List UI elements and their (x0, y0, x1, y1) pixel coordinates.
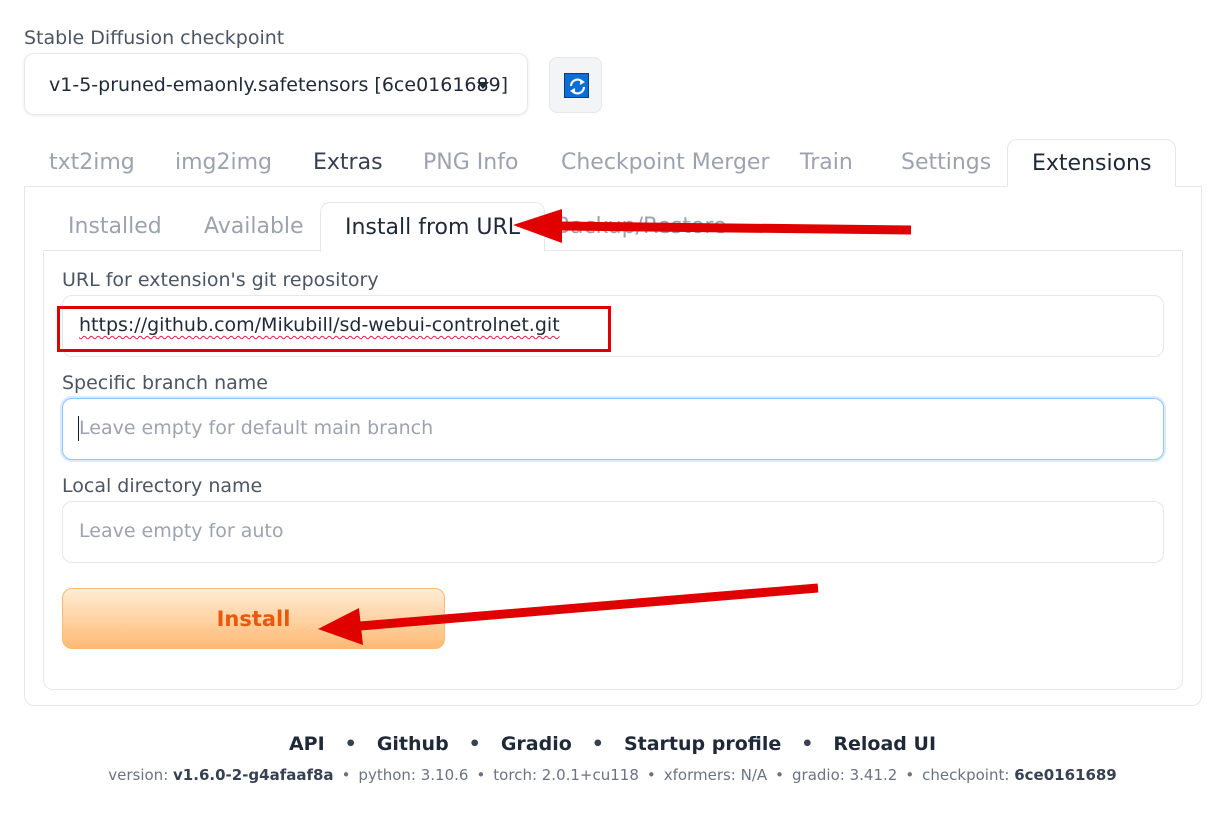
footer-separator: • (344, 733, 357, 755)
tab-extensions[interactable]: Extensions (1007, 139, 1177, 187)
torch-version: torch: 2.0.1+cu118 (493, 766, 639, 784)
footer-separator: • (775, 766, 785, 784)
tab-train[interactable]: Train (800, 139, 853, 187)
footer-separator: • (801, 733, 814, 755)
version-label: version: (108, 766, 169, 784)
subtab-installed[interactable]: Installed (68, 202, 162, 252)
tab-extras[interactable]: Extras (313, 139, 383, 187)
tab-checkpoint-merger[interactable]: Checkpoint Merger (561, 139, 770, 187)
directory-input-placeholder: Leave empty for auto (79, 520, 284, 542)
python-version: python: 3.10.6 (358, 766, 469, 784)
chevron-down-icon (477, 82, 489, 89)
footer-separator: • (905, 766, 915, 784)
tab-img2img[interactable]: img2img (175, 139, 272, 187)
url-highlight-box (57, 306, 611, 352)
install-button-label: Install (216, 607, 291, 631)
checkpoint-label: Stable Diffusion checkpoint (24, 27, 285, 49)
refresh-icon (564, 73, 589, 98)
checkpoint-hash: 6ce0161689 (1014, 766, 1117, 784)
footer-version-info: version: v1.6.0-2-g4afaaf8a • python: 3.10… (0, 766, 1225, 784)
branch-input-placeholder: Leave empty for default main branch (79, 417, 434, 439)
footer-separator: • (591, 733, 604, 755)
footer-link-startup-profile[interactable]: Startup profile (624, 733, 781, 755)
tab-png-info[interactable]: PNG Info (423, 139, 518, 187)
subtab-available[interactable]: Available (204, 202, 304, 252)
xformers-version: xformers: N/A (663, 766, 768, 784)
checkpoint-value: v1-5-pruned-emaonly.safetensors [6ce0161… (49, 74, 509, 96)
subtab-install-from-url[interactable]: Install from URL (320, 202, 546, 252)
directory-input[interactable]: Leave empty for auto (62, 501, 1164, 563)
subtab-backup-restore[interactable]: Backup/Restore (555, 202, 727, 252)
branch-field-label: Specific branch name (62, 372, 268, 394)
version-value[interactable]: v1.6.0-2-g4afaaf8a (173, 766, 334, 784)
directory-field-label: Local directory name (62, 475, 263, 497)
tab-txt2img[interactable]: txt2img (49, 139, 135, 187)
url-field-label: URL for extension's git repository (62, 269, 379, 291)
tab-settings[interactable]: Settings (901, 139, 991, 187)
gradio-version: gradio: 3.41.2 (792, 766, 898, 784)
footer-links: API • Github • Gradio • Startup profile • Reload… (0, 733, 1225, 755)
install-button[interactable]: Install (62, 588, 445, 649)
footer-separator: • (646, 766, 656, 784)
footer-link-github[interactable]: Github (377, 733, 449, 755)
refresh-checkpoint-button[interactable] (549, 57, 602, 113)
checkpoint-dropdown[interactable]: v1-5-pruned-emaonly.safetensors [6ce0161… (24, 53, 528, 115)
footer-link-gradio[interactable]: Gradio (501, 733, 572, 755)
footer-link-reload-ui[interactable]: Reload UI (833, 733, 936, 755)
footer-separator: • (476, 766, 486, 784)
footer-separator: • (341, 766, 351, 784)
checkpoint-label-footer: checkpoint: (922, 766, 1010, 784)
footer-link-api[interactable]: API (289, 733, 325, 755)
footer-separator: • (468, 733, 481, 755)
branch-input[interactable]: Leave empty for default main branch (62, 398, 1164, 460)
